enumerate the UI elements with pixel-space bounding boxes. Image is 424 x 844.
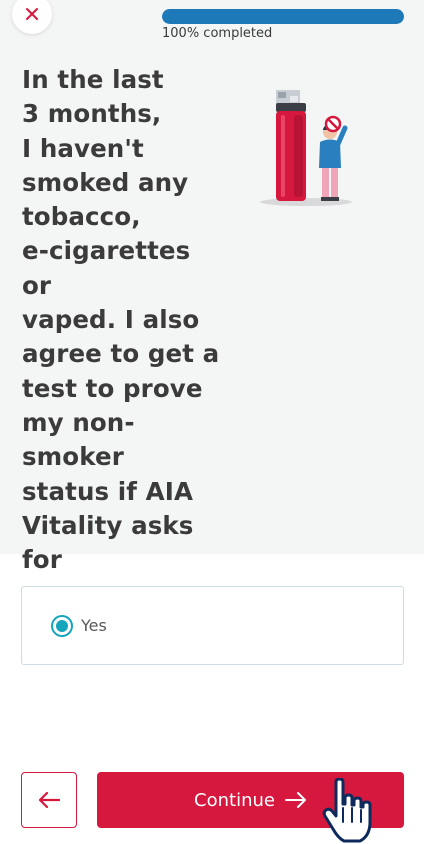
question-line: smoked any — [22, 167, 189, 197]
question-line: test to prove — [22, 373, 203, 403]
question-line: status if AIA — [22, 476, 194, 506]
back-button[interactable] — [21, 772, 77, 828]
hand-pointer-icon — [322, 778, 372, 843]
radio-dot — [56, 619, 68, 632]
option-label: Yes — [81, 616, 107, 635]
progress-fill — [162, 9, 404, 24]
continue-label: Continue — [194, 789, 275, 811]
question-line: Vitality asks for — [22, 510, 194, 575]
question-panel: 100% completed In the last 3 months, I h… — [0, 0, 424, 608]
progress-text: 100% completed — [162, 26, 273, 41]
question-line: I haven't — [22, 133, 144, 163]
question-line: In the last — [22, 65, 164, 94]
arrow-left-icon — [38, 791, 60, 809]
question-line: tobacco, — [22, 202, 141, 232]
question-line: my non-smoker — [22, 407, 135, 472]
close-button[interactable] — [12, 0, 52, 34]
question-line: 3 months, — [22, 99, 162, 129]
question-line: e-cigarettes or — [22, 236, 191, 300]
progress-bar — [162, 9, 404, 24]
close-icon — [26, 8, 38, 20]
arrow-right-icon — [284, 792, 307, 808]
radio-button-selected[interactable] — [51, 614, 73, 637]
option-yes[interactable]: Yes — [21, 586, 404, 665]
lighter-no-smoking-illustration — [260, 90, 352, 206]
question-line: agree to get a — [22, 339, 220, 369]
question-line: vaped. I also — [22, 305, 200, 335]
question-text: In the last 3 months, I haven't smoked a… — [22, 63, 222, 612]
